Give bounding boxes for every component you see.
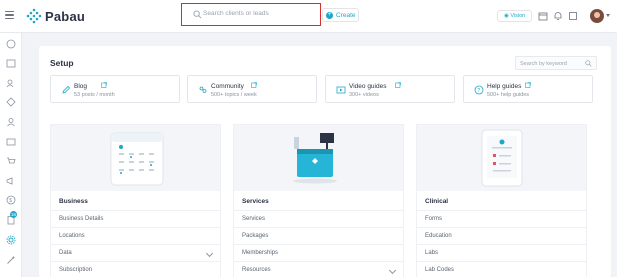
setup-panel: Setup Search by keyword Blog 53 posts / … bbox=[39, 46, 611, 277]
chevron-down-icon[interactable] bbox=[388, 266, 397, 275]
leads-icon[interactable] bbox=[6, 97, 16, 107]
row-label: Resources bbox=[242, 267, 271, 273]
external-link-icon bbox=[395, 82, 401, 88]
row-label: Data bbox=[59, 250, 72, 256]
section-heading: Services bbox=[242, 198, 269, 205]
row-label: Lab Codes bbox=[425, 267, 455, 273]
avatar[interactable] bbox=[590, 9, 604, 23]
megaphone-icon[interactable] bbox=[6, 176, 16, 186]
card-title: Help guides bbox=[487, 83, 522, 90]
pen-icon bbox=[62, 85, 71, 94]
hamburger-menu-icon[interactable] bbox=[5, 11, 14, 20]
setup-link-subscription[interactable]: Subscription bbox=[51, 261, 220, 277]
chevron-down-icon[interactable] bbox=[606, 14, 610, 17]
row-label: Memberships bbox=[242, 250, 279, 256]
brand-name[interactable]: Pabau bbox=[45, 9, 85, 24]
section-heading: Clinical bbox=[425, 198, 449, 205]
community-card[interactable]: Community 500+ topics / week bbox=[187, 75, 317, 103]
external-link-icon bbox=[251, 82, 257, 88]
card-title: Video guides bbox=[349, 83, 387, 90]
setup-link-lab-codes[interactable]: Lab Codes bbox=[417, 261, 586, 277]
row-label: Business Details bbox=[59, 216, 104, 222]
setup-link-labs[interactable]: Labs bbox=[417, 244, 586, 260]
row-label: Labs bbox=[425, 250, 439, 256]
search-icon bbox=[193, 10, 202, 19]
left-sidebar: $ 16 bbox=[0, 33, 22, 277]
chevron-down-icon[interactable] bbox=[205, 249, 214, 258]
plus-icon: + bbox=[326, 12, 333, 19]
setup-link-packages[interactable]: Packages bbox=[234, 227, 403, 243]
card-title: Blog bbox=[74, 83, 88, 90]
search-placeholder: Search clients or leads bbox=[203, 10, 269, 17]
setup-link-data[interactable]: Data bbox=[51, 244, 220, 260]
page-title: Setup bbox=[50, 58, 74, 68]
setup-link-resources[interactable]: Resources bbox=[234, 261, 403, 277]
keyword-search-placeholder: Search by keyword bbox=[520, 61, 567, 67]
setup-link-locations[interactable]: Locations bbox=[51, 227, 220, 243]
blog-card[interactable]: Blog 53 posts / month bbox=[50, 75, 180, 103]
clinical-illustration bbox=[417, 125, 586, 191]
business-illustration bbox=[51, 125, 220, 191]
help-guides-card[interactable]: ? Help guides 500+ help guides bbox=[463, 75, 593, 103]
cart-icon[interactable] bbox=[6, 156, 16, 166]
setup-link-forms[interactable]: Forms bbox=[417, 210, 586, 226]
settings-icon[interactable] bbox=[6, 235, 16, 245]
card-subtitle: 500+ help guides bbox=[487, 92, 530, 98]
create-button[interactable]: + Create bbox=[322, 8, 359, 22]
video-guides-card[interactable]: Video guides 300+ videos bbox=[325, 75, 455, 103]
bell-icon[interactable] bbox=[553, 11, 563, 21]
reception-desk-illustration-icon bbox=[293, 133, 337, 184]
row-label: Services bbox=[242, 216, 266, 222]
pabau-logo-icon[interactable] bbox=[26, 8, 42, 24]
row-label: Forms bbox=[425, 216, 442, 222]
vision-button[interactable]: ◉ Vision bbox=[497, 10, 532, 22]
dashboard-icon[interactable] bbox=[6, 39, 16, 49]
section-heading: Business bbox=[59, 198, 88, 205]
setup-link-services[interactable]: Services bbox=[234, 210, 403, 226]
row-label: Packages bbox=[242, 233, 269, 239]
setup-link-memberships[interactable]: Memberships bbox=[234, 244, 403, 260]
external-link-icon bbox=[525, 82, 531, 88]
row-label: Education bbox=[425, 233, 452, 239]
notification-badge: 16 bbox=[10, 211, 17, 218]
video-icon bbox=[336, 86, 346, 94]
external-link-icon bbox=[101, 82, 107, 88]
user-icon[interactable] bbox=[6, 117, 16, 127]
card-subtitle: 500+ topics / week bbox=[211, 92, 257, 98]
search-icon bbox=[585, 60, 592, 67]
setup-link-business-details[interactable]: Business Details bbox=[51, 210, 220, 226]
setup-link-education[interactable]: Education bbox=[417, 227, 586, 243]
tablet-illustration-icon bbox=[481, 129, 523, 187]
svg-text:$: $ bbox=[9, 198, 12, 204]
row-label: Locations bbox=[59, 233, 85, 239]
svg-text:?: ? bbox=[477, 88, 480, 94]
magic-wand-icon[interactable] bbox=[6, 255, 16, 265]
calendar-icon[interactable] bbox=[538, 11, 548, 21]
calendar-icon[interactable] bbox=[6, 58, 16, 68]
keyword-search-input[interactable]: Search by keyword bbox=[515, 56, 597, 70]
help-icon: ? bbox=[474, 85, 484, 95]
card-subtitle: 300+ videos bbox=[349, 92, 379, 98]
services-illustration bbox=[234, 125, 403, 191]
client-search-input[interactable]: Search clients or leads bbox=[181, 3, 321, 26]
contacts-icon[interactable] bbox=[6, 78, 16, 88]
services-section: Services Services Packages Memberships R… bbox=[233, 124, 404, 277]
top-bar: Pabau Search clients or leads + Create ◉… bbox=[0, 0, 617, 33]
row-label: Subscription bbox=[59, 267, 93, 273]
notes-icon[interactable] bbox=[568, 11, 578, 21]
calendar-illustration-icon bbox=[110, 132, 164, 186]
community-icon bbox=[199, 86, 207, 93]
card-subtitle: 53 posts / month bbox=[74, 92, 115, 98]
finance-icon[interactable]: $ bbox=[6, 195, 16, 205]
clinical-section: Clinical Forms Education Labs Lab Codes bbox=[416, 124, 587, 277]
business-section: Business Business Details Locations Data… bbox=[50, 124, 221, 277]
vision-label: ◉ Vision bbox=[504, 13, 526, 19]
create-label: Create bbox=[336, 12, 356, 19]
card-title: Community bbox=[211, 83, 244, 90]
inbox-icon[interactable] bbox=[6, 137, 16, 147]
